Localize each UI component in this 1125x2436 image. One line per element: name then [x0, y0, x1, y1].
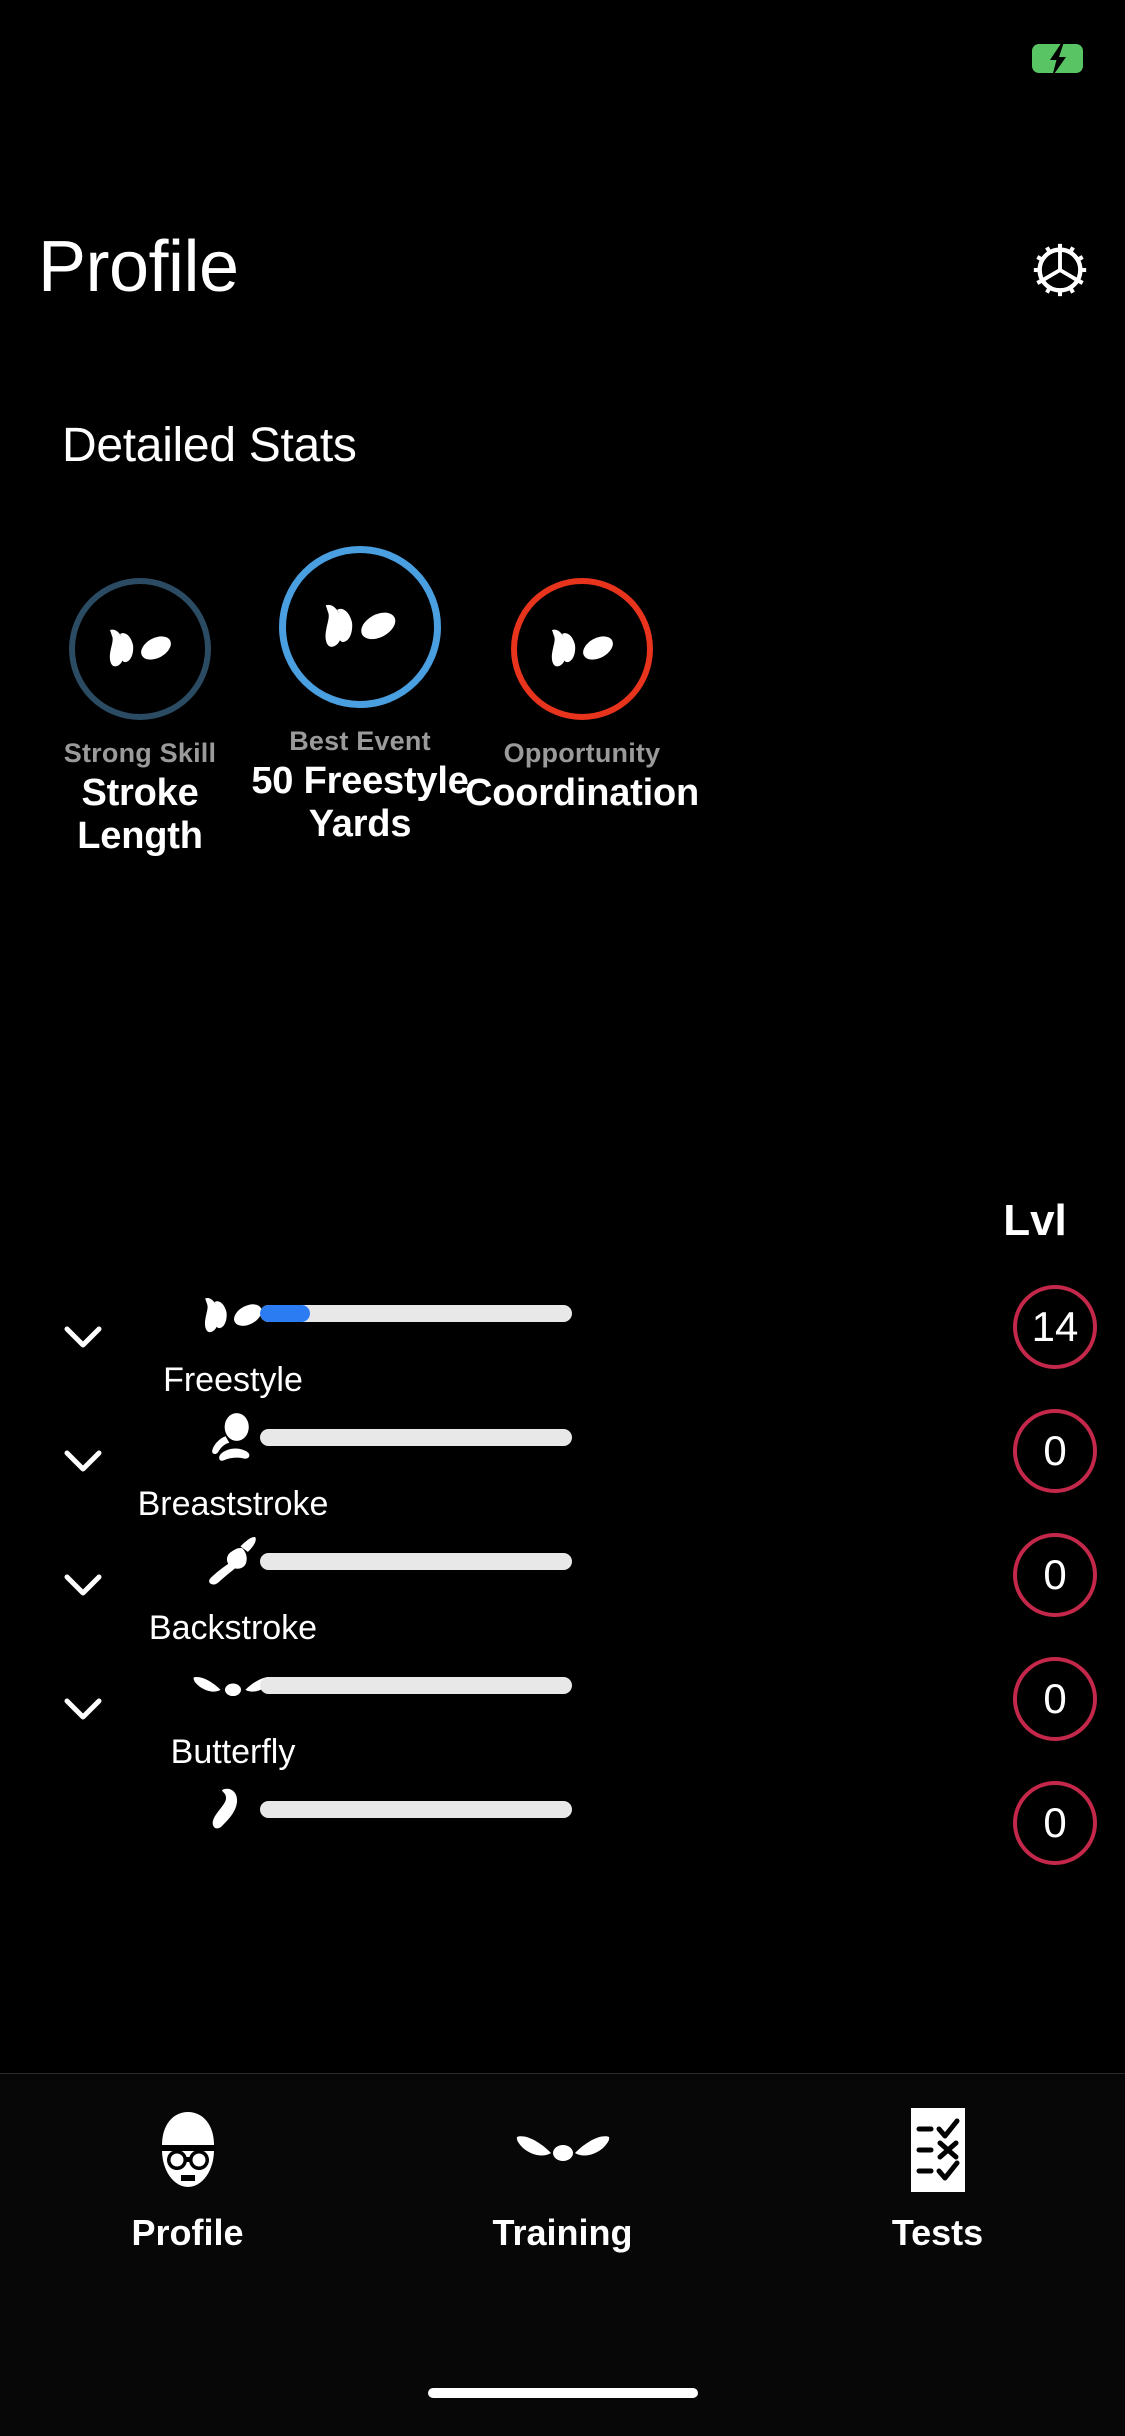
level-badge: 0: [1013, 1409, 1097, 1493]
tab-label: Training: [492, 2212, 633, 2253]
tab-profile[interactable]: Profile: [0, 2102, 375, 2292]
tab-training[interactable]: Training: [375, 2102, 750, 2292]
stroke-name: Backstroke: [148, 1609, 318, 1647]
chevron-down-icon[interactable]: [62, 1445, 104, 1475]
stat-value: 50 Freestyle Yards: [251, 760, 469, 845]
gear-icon: [1033, 243, 1087, 297]
stroke-name: Breaststroke: [137, 1485, 329, 1523]
level-badge: 0: [1013, 1657, 1097, 1741]
battery-charging-icon: [1032, 44, 1083, 73]
level-badge: 0: [1013, 1533, 1097, 1617]
chevron-down-icon[interactable]: [62, 1693, 104, 1723]
freestyle-swimmer-icon: [325, 604, 396, 647]
stroke-name: Butterfly: [170, 1733, 296, 1771]
progress-track: [260, 1801, 572, 1818]
stroke-row-backstroke[interactable]: Backstroke 0: [0, 1523, 1125, 1647]
freestyle-swimmer-icon: [551, 629, 613, 667]
swimmer-head-icon: [149, 2102, 227, 2198]
freestyle-swimmer-icon: [109, 629, 171, 667]
page-header: Profile: [0, 227, 1125, 318]
butterfly-wings-icon: [515, 2102, 611, 2198]
stroke-row-breaststroke[interactable]: Breaststroke 0: [0, 1399, 1125, 1523]
section-title: Detailed Stats: [62, 419, 357, 472]
progress-track: [260, 1429, 572, 1446]
progress-fill: [260, 1305, 310, 1322]
tab-label: Tests: [891, 2212, 984, 2253]
stat-ring-strong-skill: [69, 578, 211, 720]
tab-tests[interactable]: Tests: [750, 2102, 1125, 2292]
stroke-row-butterfly[interactable]: Butterfly 0: [0, 1647, 1125, 1771]
stroke-row-freestyle[interactable]: Freestyle 14: [0, 1275, 1125, 1399]
app-screen: Profile Detailed Stats Strong Skill Stro…: [0, 0, 1125, 2436]
stat-label: Best Event: [289, 726, 431, 756]
page-title: Profile: [38, 227, 239, 307]
stat-value: Stroke Length: [77, 772, 203, 857]
level-badge: 0: [1013, 1781, 1097, 1865]
stat-card-best-event[interactable]: Best Event 50 Freestyle Yards: [240, 520, 480, 846]
stat-label: Opportunity: [503, 738, 661, 768]
chevron-down-icon[interactable]: [62, 1321, 104, 1351]
progress-track: [260, 1553, 572, 1570]
status-bar: [0, 0, 1125, 100]
checklist-icon: [903, 2102, 973, 2198]
level-badge: 14: [1013, 1285, 1097, 1369]
chevron-down-icon[interactable]: [62, 1569, 104, 1599]
tab-bar: Profile Training Tests: [0, 2073, 1125, 2436]
stroke-row-partial[interactable]: 0: [0, 1771, 1125, 1895]
stat-ring-best-event: [279, 546, 441, 708]
stat-value: Coordination: [464, 772, 699, 814]
level-column-header: Lvl: [1003, 1196, 1067, 1245]
detailed-stats-row: Strong Skill Stroke Length Best Event 50…: [0, 520, 1125, 970]
home-indicator: [427, 2388, 698, 2398]
progress-track: [260, 1305, 572, 1322]
settings-button[interactable]: [1020, 230, 1100, 310]
progress-track: [260, 1677, 572, 1694]
stat-ring-opportunity: [511, 578, 653, 720]
stat-card-opportunity[interactable]: Opportunity Coordination: [462, 520, 702, 815]
stat-label: Strong Skill: [63, 738, 217, 768]
tab-label: Profile: [131, 2212, 244, 2253]
stat-card-strong-skill[interactable]: Strong Skill Stroke Length: [20, 520, 260, 858]
stroke-name: Freestyle: [163, 1361, 303, 1399]
